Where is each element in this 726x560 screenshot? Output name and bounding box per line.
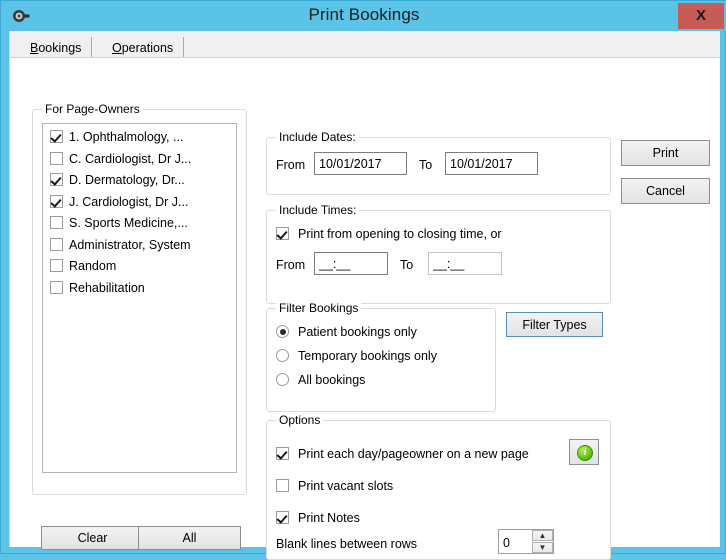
- blank-lines-label: Blank lines between rows: [276, 537, 418, 551]
- info-icon: i: [577, 445, 593, 461]
- info-button[interactable]: i: [569, 439, 599, 465]
- include-dates-group: Include Dates: From To: [266, 130, 611, 195]
- list-item[interactable]: C. Cardiologist, Dr J...: [43, 149, 236, 171]
- page-owners-group-title: For Page-Owners: [42, 102, 143, 116]
- all-button[interactable]: All: [138, 526, 241, 550]
- include-dates-group-title: Include Dates:: [276, 130, 359, 144]
- print-new-page-label: Print each day/pageowner on a new page: [298, 447, 529, 461]
- cancel-button[interactable]: Cancel: [621, 178, 710, 204]
- radio-label: Patient bookings only: [298, 325, 417, 339]
- print-button[interactable]: Print: [621, 140, 710, 166]
- list-item-label: D. Dermatology, Dr...: [69, 173, 185, 187]
- checkbox-icon[interactable]: [50, 216, 63, 229]
- print-opening-closing-checkbox[interactable]: Print from opening to closing time, or: [276, 227, 502, 242]
- tab-bookings[interactable]: Bookings: [20, 37, 93, 57]
- list-item[interactable]: Administrator, System: [43, 235, 236, 257]
- radio-temporary-bookings-only[interactable]: Temporary bookings only: [276, 349, 437, 364]
- checkbox-icon[interactable]: [50, 130, 63, 143]
- checkbox-icon[interactable]: [50, 194, 63, 208]
- print-new-page-checkbox[interactable]: Print each day/pageowner on a new page: [276, 447, 529, 462]
- include-times-group-title: Include Times:: [276, 203, 360, 217]
- page-owners-group: For Page-Owners 1. Ophthalmology, ... C.…: [32, 102, 247, 495]
- tab-strip: Bookings Operations: [10, 31, 720, 57]
- time-from-label: From: [276, 258, 306, 272]
- date-to-label: To: [419, 158, 433, 172]
- list-item-label: Rehabilitation: [69, 280, 145, 295]
- blank-lines-stepper[interactable]: ▲ ▼: [498, 529, 554, 554]
- print-vacant-slots-checkbox[interactable]: Print vacant slots: [276, 479, 393, 494]
- list-item[interactable]: D. Dermatology, Dr...: [43, 170, 236, 192]
- list-item-label: C. Cardiologist, Dr J...: [69, 151, 192, 166]
- client-area: Bookings Operations For Page-Owners 1. O…: [9, 31, 720, 560]
- radio-icon[interactable]: [276, 349, 289, 362]
- print-notes-checkbox[interactable]: Print Notes: [276, 511, 360, 526]
- list-item-label: J. Cardiologist, Dr J...: [69, 194, 189, 209]
- checkbox-icon[interactable]: [276, 447, 289, 460]
- checkbox-icon[interactable]: [50, 280, 63, 294]
- chevron-up-icon[interactable]: ▲: [532, 530, 553, 541]
- checkbox-icon[interactable]: [50, 151, 63, 165]
- print-notes-label: Print Notes: [298, 511, 360, 525]
- radio-label: Temporary bookings only: [298, 349, 437, 363]
- checkbox-icon[interactable]: [50, 237, 63, 251]
- list-item[interactable]: S. Sports Medicine,...: [43, 213, 236, 235]
- tab-page-bookings: For Page-Owners 1. Ophthalmology, ... C.…: [10, 57, 720, 560]
- date-from-input[interactable]: [314, 152, 407, 175]
- list-item[interactable]: 1. Ophthalmology, ...: [43, 127, 236, 149]
- time-to-label: To: [400, 258, 414, 272]
- list-item[interactable]: J. Cardiologist, Dr J...: [43, 192, 236, 214]
- radio-all-bookings[interactable]: All bookings: [276, 373, 365, 388]
- list-item-label: Administrator, System: [69, 237, 191, 252]
- radio-icon[interactable]: [276, 373, 289, 386]
- page-owners-list[interactable]: 1. Ophthalmology, ... C. Cardiologist, D…: [42, 123, 237, 473]
- tab-operations[interactable]: Operations: [102, 37, 185, 57]
- window-title: Print Bookings: [308, 5, 420, 24]
- print-opening-closing-label: Print from opening to closing time, or: [298, 227, 502, 241]
- list-item-label: Random: [69, 259, 117, 273]
- date-from-label: From: [276, 158, 306, 172]
- radio-patient-bookings-only[interactable]: Patient bookings only: [276, 325, 417, 340]
- include-times-group: Include Times: Print from opening to clo…: [266, 203, 611, 304]
- date-to-input[interactable]: [445, 152, 538, 175]
- blank-lines-input[interactable]: [499, 530, 532, 553]
- radio-label: All bookings: [298, 373, 366, 387]
- clear-button[interactable]: Clear: [41, 526, 144, 550]
- list-item-label: 1. Ophthalmology, ...: [69, 130, 184, 144]
- filter-bookings-group: Filter Bookings Patient bookings only Te…: [266, 301, 496, 412]
- list-item[interactable]: Rehabilitation: [43, 278, 236, 300]
- filter-bookings-group-title: Filter Bookings: [276, 301, 362, 315]
- print-vacant-slots-label: Print vacant slots: [298, 479, 394, 493]
- list-item[interactable]: Random: [43, 256, 236, 278]
- checkbox-icon[interactable]: [50, 173, 63, 186]
- checkbox-icon[interactable]: [50, 259, 63, 272]
- title-bar: Print Bookings X: [1, 1, 726, 31]
- options-group-title: Options: [276, 413, 324, 427]
- print-bookings-window: Print Bookings X Bookings Operations For…: [0, 0, 726, 560]
- time-to-input[interactable]: [428, 252, 502, 275]
- checkbox-icon[interactable]: [276, 511, 289, 524]
- checkbox-icon[interactable]: [276, 479, 289, 492]
- chevron-down-icon[interactable]: ▼: [532, 542, 553, 553]
- list-item-label: S. Sports Medicine,...: [69, 216, 188, 230]
- time-from-input[interactable]: [314, 252, 388, 275]
- close-icon[interactable]: X: [678, 3, 724, 29]
- radio-icon[interactable]: [276, 325, 289, 338]
- checkbox-icon[interactable]: [276, 227, 289, 240]
- filter-types-button[interactable]: Filter Types: [506, 312, 603, 337]
- options-group: Options Print each day/pageowner on a ne…: [266, 413, 611, 560]
